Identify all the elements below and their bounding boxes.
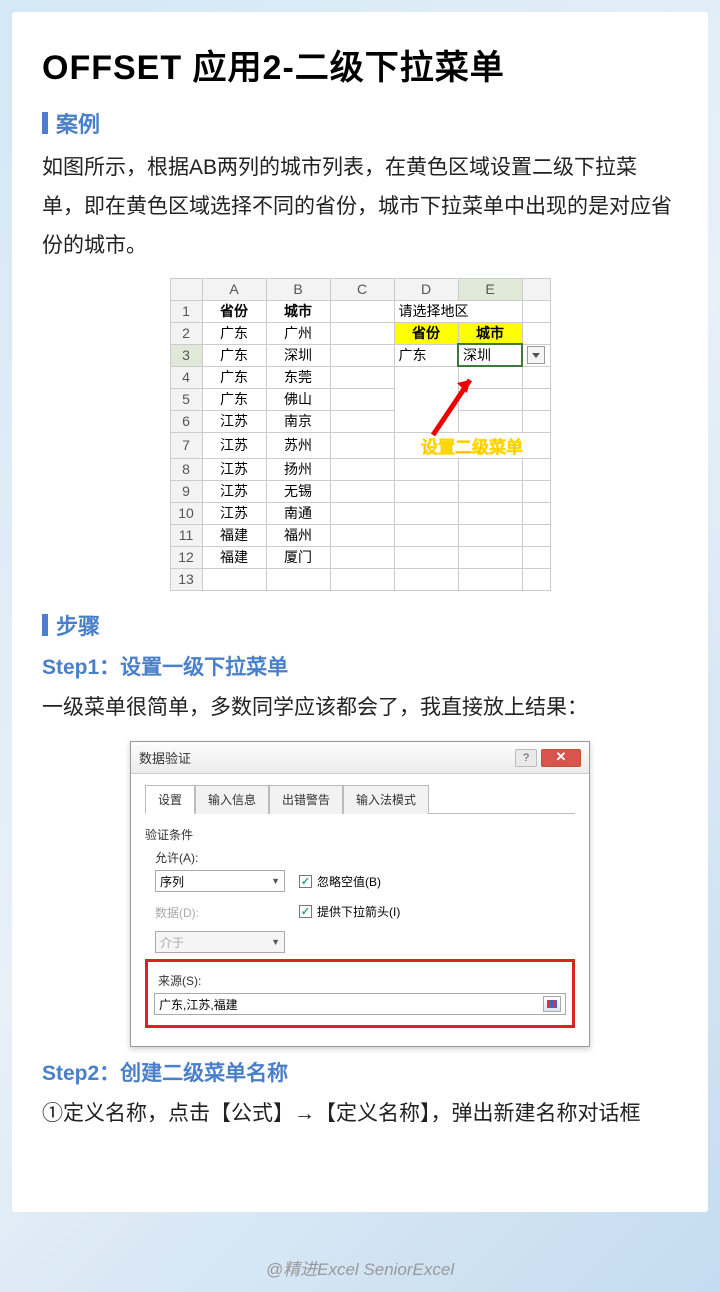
section-steps: 步骤	[42, 609, 678, 641]
data-validation-dialog: 数据验证 ? ✕ 设置 输入信息 出错警告 输入法模式 验证条件 允许(A): …	[130, 741, 590, 1047]
step2-text: ①定义名称，点击【公式】→【定义名称】，弹出新建名称对话框	[42, 1095, 678, 1134]
section-case: 案例	[42, 107, 678, 139]
dropdown-button[interactable]	[527, 346, 545, 364]
tab-ime[interactable]: 输入法模式	[343, 785, 429, 814]
allow-select[interactable]: 序列▼	[155, 870, 285, 892]
source-input[interactable]: 广东,江苏,福建	[154, 993, 566, 1015]
page-title: OFFSET 应用2-二级下拉菜单	[42, 40, 678, 89]
source-label: 来源(S):	[158, 972, 566, 989]
spreadsheet: A B C D E 1省份城市请选择地区 2广东广州省份城市 3广东深圳广东深圳…	[42, 278, 678, 591]
data-label: 数据(D):	[155, 904, 285, 921]
step2-title: Step2：创建二级菜单名称	[42, 1057, 678, 1087]
dialog-title: 数据验证	[139, 748, 191, 767]
case-text: 如图所示，根据AB两列的城市列表，在黄色区域设置二级下拉菜单，即在黄色区域选择不…	[42, 149, 678, 266]
group-label: 验证条件	[145, 826, 575, 843]
tab-settings[interactable]: 设置	[145, 785, 195, 814]
dropdown-arrow-checkbox[interactable]: ✓提供下拉箭头(I)	[299, 903, 400, 920]
source-highlight: 来源(S): 广东,江苏,福建	[145, 959, 575, 1028]
ignore-blank-checkbox[interactable]: ✓忽略空值(B)	[299, 873, 381, 890]
help-button[interactable]: ?	[515, 749, 537, 767]
footer: @精进Excel SeniorExcel	[0, 1255, 720, 1280]
data-select: 介于▼	[155, 931, 285, 953]
range-selector-icon[interactable]	[543, 996, 561, 1012]
step1-text: 一级菜单很简单，多数同学应该都会了，我直接放上结果：	[42, 689, 678, 728]
tab-input-msg[interactable]: 输入信息	[195, 785, 269, 814]
tab-error[interactable]: 出错警告	[269, 785, 343, 814]
step1-title: Step1：设置一级下拉菜单	[42, 651, 678, 681]
dropdown-cell[interactable]: 深圳	[458, 344, 522, 366]
allow-label: 允许(A):	[155, 849, 575, 866]
close-button[interactable]: ✕	[541, 749, 581, 767]
